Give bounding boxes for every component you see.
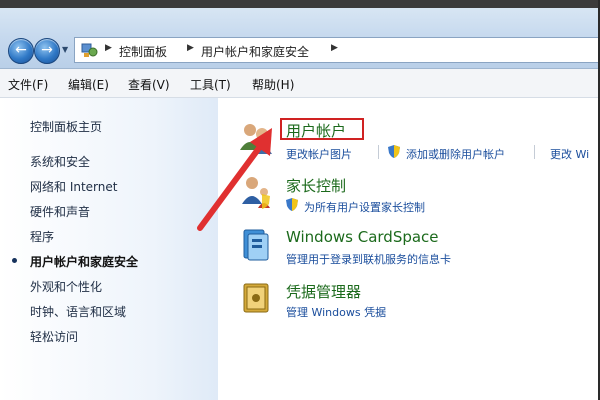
nav-ease-of-access[interactable]: 轻松访问: [30, 328, 78, 345]
nav-hardware-sound[interactable]: 硬件和声音: [30, 203, 90, 220]
category-title[interactable]: 凭据管理器: [286, 281, 361, 302]
control-panel-window: ← → ▼ ▶ 控制面板 ▶ 用户帐户和家庭安全 ▶ 文件(F) 编辑(E) 查…: [0, 0, 600, 400]
breadcrumb-control-panel[interactable]: 控制面板: [119, 43, 167, 60]
forward-arrow-icon: →: [41, 42, 53, 58]
uac-shield-icon: [388, 145, 400, 158]
highlight-annotation: [280, 118, 364, 140]
manage-information-cards-link[interactable]: 管理用于登录到联机服务的信息卡: [286, 251, 451, 267]
annotation-arrow: [197, 128, 272, 231]
nav-system-security[interactable]: 系统和安全: [30, 153, 90, 170]
control-panel-icon: [81, 43, 98, 57]
breadcrumb-arrow-icon[interactable]: ▶: [331, 43, 338, 53]
category-title[interactable]: 家长控制: [286, 175, 346, 196]
breadcrumb-user-accounts[interactable]: 用户帐户和家庭安全: [201, 43, 309, 60]
back-button[interactable]: ←: [8, 38, 34, 64]
window-top-edge: [0, 0, 600, 8]
menu-file[interactable]: 文件(F): [8, 76, 48, 93]
link-divider: [378, 145, 379, 159]
menu-help[interactable]: 帮助(H): [252, 76, 294, 93]
menu-edit[interactable]: 编辑(E): [68, 76, 109, 93]
left-navigation-pane: 控制面板主页 系统和安全 网络和 Internet 硬件和声音 程序 用户帐户和…: [0, 98, 218, 400]
nav-user-accounts[interactable]: 用户帐户和家庭安全: [30, 253, 138, 270]
nav-clock-language-region[interactable]: 时钟、语言和区域: [30, 303, 126, 320]
nav-network-internet[interactable]: 网络和 Internet: [30, 178, 117, 195]
add-remove-accounts-link[interactable]: 添加或删除用户帐户: [406, 146, 505, 162]
nav-programs[interactable]: 程序: [30, 228, 54, 245]
link-divider: [534, 145, 535, 159]
nav-appearance[interactable]: 外观和个性化: [30, 278, 102, 295]
menu-bar: 文件(F) 编辑(E) 查看(V) 工具(T) 帮助(H): [0, 69, 600, 98]
nav-control-panel-home[interactable]: 控制面板主页: [30, 118, 102, 135]
change-account-picture-link[interactable]: 更改帐户图片: [286, 146, 352, 162]
forward-button[interactable]: →: [34, 38, 60, 64]
uac-shield-icon: [286, 198, 298, 211]
category-title[interactable]: Windows CardSpace: [286, 228, 439, 246]
active-bullet-icon: [12, 258, 17, 263]
change-windows-password-link[interactable]: 更改 Wi: [550, 146, 589, 162]
menu-view[interactable]: 查看(V): [128, 76, 170, 93]
recent-pages-dropdown[interactable]: ▼: [62, 45, 70, 55]
back-arrow-icon: ←: [15, 42, 27, 58]
menu-tools[interactable]: 工具(T): [190, 76, 231, 93]
address-bar: ← → ▼ ▶ 控制面板 ▶ 用户帐户和家庭安全 ▶: [0, 0, 600, 69]
credential-manager-icon: [243, 283, 269, 313]
manage-windows-credentials-link[interactable]: 管理 Windows 凭据: [286, 304, 386, 320]
breadcrumb-arrow-icon[interactable]: ▶: [187, 43, 194, 53]
breadcrumb-arrow-icon[interactable]: ▶: [105, 43, 112, 53]
set-parental-controls-link[interactable]: 为所有用户设置家长控制: [304, 199, 425, 215]
breadcrumb[interactable]: ▶ 控制面板 ▶ 用户帐户和家庭安全 ▶: [74, 37, 600, 63]
